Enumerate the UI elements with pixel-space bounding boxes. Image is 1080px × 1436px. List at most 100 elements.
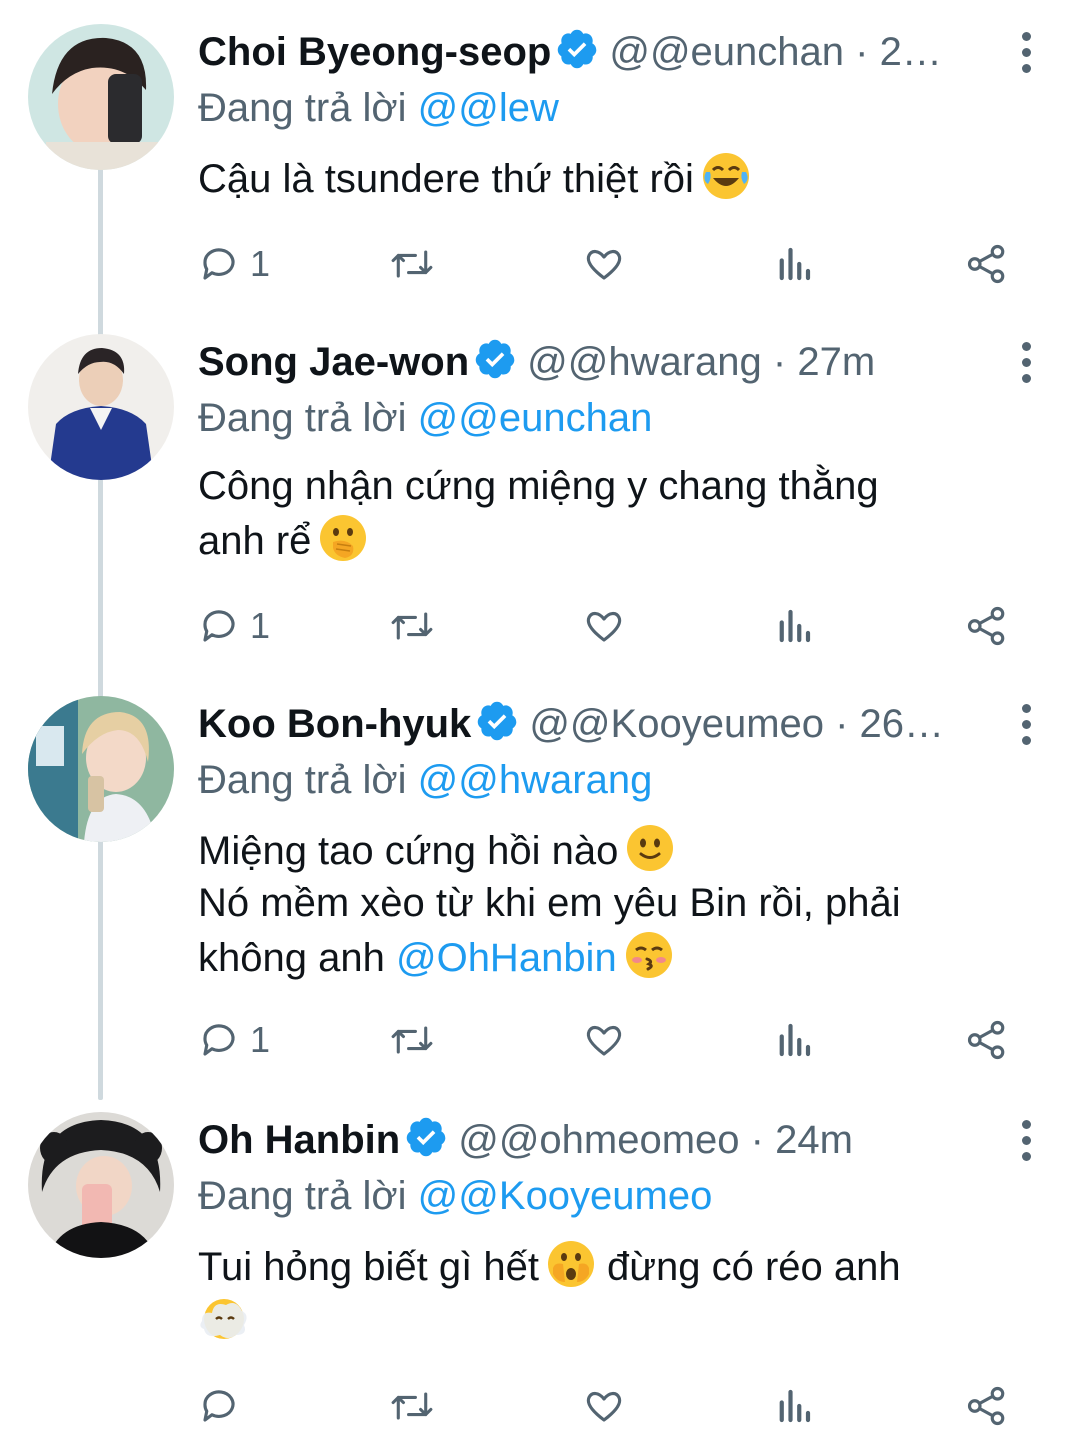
tweet-header: Koo Bon-hyuk @@Kooyeumeo · 26… xyxy=(198,696,980,752)
share-button[interactable] xyxy=(966,602,1008,650)
views-button[interactable] xyxy=(774,602,814,650)
share-icon xyxy=(967,606,1005,646)
timestamp[interactable]: 24m xyxy=(775,1118,853,1162)
replying-to-label: Đang trả lời xyxy=(198,1174,407,1218)
handle[interactable]: @@hwarang xyxy=(527,340,762,384)
reply-button[interactable]: 1 xyxy=(198,240,270,288)
replying-to-mention[interactable]: @@lew xyxy=(418,86,559,130)
tweet-text: Công nhận cứng miệng y chang thằng anh r… xyxy=(198,460,1020,567)
verified-badge-icon xyxy=(473,337,517,390)
reply-icon xyxy=(203,610,235,642)
display-name[interactable]: Choi Byeong-seop xyxy=(198,30,551,74)
retweet-button[interactable] xyxy=(388,1016,436,1064)
tweet-actions: 1 xyxy=(198,602,1018,650)
reply-icon xyxy=(203,1390,235,1422)
replying-to-label: Đang trả lời xyxy=(198,758,407,802)
more-options-icon[interactable] xyxy=(1016,1120,1036,1161)
reply-button[interactable]: 1 xyxy=(198,602,270,650)
timestamp[interactable]: 2… xyxy=(880,30,942,74)
tweet-actions xyxy=(198,1382,1018,1430)
face-in-clouds-icon xyxy=(198,1293,250,1345)
replying-to-label: Đang trả lời xyxy=(198,396,407,440)
display-name[interactable]: Koo Bon-hyuk xyxy=(198,702,471,746)
tweet-text: Cậu là tsundere thứ thiệt rồi xyxy=(198,150,1020,205)
tweet-text-line: đừng có réo anh xyxy=(606,1245,901,1289)
timestamp[interactable]: 27m xyxy=(797,340,875,384)
heart-icon xyxy=(586,611,622,642)
separator-dot: · xyxy=(739,1118,776,1162)
retweet-button[interactable] xyxy=(388,240,436,288)
views-button[interactable] xyxy=(774,240,814,288)
timestamp[interactable]: 26… xyxy=(860,702,945,746)
replying-to-mention[interactable]: @@Kooyeumeo xyxy=(418,1174,713,1218)
avatar[interactable] xyxy=(28,334,174,480)
views-icon xyxy=(779,247,811,281)
reply-count: 1 xyxy=(250,605,271,646)
like-button[interactable] xyxy=(582,1016,626,1064)
share-button[interactable] xyxy=(966,1016,1008,1064)
retweet-icon xyxy=(391,250,433,278)
separator-dot: · xyxy=(844,30,880,74)
avatar[interactable] xyxy=(28,696,174,842)
face-with-tears-of-joy-icon xyxy=(700,150,752,202)
tweet-text: Tui hỏng biết gì hết đừng có réo anh xyxy=(198,1238,1020,1348)
avatar[interactable] xyxy=(28,24,174,170)
share-icon xyxy=(967,244,1005,284)
retweet-icon xyxy=(391,1026,433,1054)
reply-count: 1 xyxy=(250,1019,271,1060)
replying-to: Đang trả lời @@lew xyxy=(198,82,559,134)
views-button[interactable] xyxy=(774,1016,814,1064)
thread-line xyxy=(98,150,103,1100)
more-options-icon[interactable] xyxy=(1016,32,1036,73)
retweet-button[interactable] xyxy=(388,1382,436,1430)
avatar[interactable] xyxy=(28,1112,174,1258)
retweet-button[interactable] xyxy=(388,602,436,650)
retweet-icon xyxy=(391,1392,433,1420)
verified-badge-icon xyxy=(404,1115,448,1168)
separator-dot: · xyxy=(824,702,860,746)
like-button[interactable] xyxy=(582,240,626,288)
tweet-actions: 1 xyxy=(198,1016,1018,1064)
replying-to-mention[interactable]: @@hwarang xyxy=(418,758,653,802)
more-options-icon[interactable] xyxy=(1016,342,1036,383)
more-options-icon[interactable] xyxy=(1016,704,1036,745)
views-icon xyxy=(779,609,811,643)
face-with-hand-over-mouth-icon xyxy=(317,512,369,564)
tweet-text-line: Miệng tao cứng hồi nào xyxy=(198,829,619,873)
reply-button[interactable]: 1 xyxy=(198,1016,270,1064)
display-name[interactable]: Oh Hanbin xyxy=(198,1118,400,1162)
tweet-text-line: Nó mềm xèo từ khi em yêu Bin rồi, phải xyxy=(198,881,901,925)
slightly-smiling-face-icon xyxy=(624,822,676,874)
tweet-header: Choi Byeong-seop @@eunchan · 2… xyxy=(198,24,980,80)
reply-count: 1 xyxy=(250,243,271,284)
share-icon xyxy=(967,1386,1005,1426)
handle[interactable]: @@Kooyeumeo xyxy=(529,702,824,746)
heart-icon xyxy=(586,1391,622,1422)
heart-icon xyxy=(586,249,622,280)
tweet-text-line: anh rể xyxy=(198,519,312,563)
share-button[interactable] xyxy=(966,240,1008,288)
tweet-text-line: không anh xyxy=(198,936,385,980)
display-name[interactable]: Song Jae-won xyxy=(198,340,469,384)
handle[interactable]: @@ohmeomeo xyxy=(458,1118,739,1162)
reply-icon xyxy=(203,1024,235,1056)
views-icon xyxy=(779,1023,811,1057)
replying-to: Đang trả lời @@hwarang xyxy=(198,754,652,806)
replying-to: Đang trả lời @@Kooyeumeo xyxy=(198,1170,712,1222)
like-button[interactable] xyxy=(582,602,626,650)
verified-badge-icon xyxy=(475,699,519,752)
share-icon xyxy=(967,1020,1005,1060)
reply-button[interactable] xyxy=(198,1382,250,1430)
retweet-icon xyxy=(391,612,433,640)
share-button[interactable] xyxy=(966,1382,1008,1430)
like-button[interactable] xyxy=(582,1382,626,1430)
tweet-text: Miệng tao cứng hồi nào Nó mềm xèo từ khi… xyxy=(198,822,1020,984)
handle[interactable]: @@eunchan xyxy=(609,30,844,74)
heart-icon xyxy=(586,1025,622,1056)
mention-link[interactable]: @OhHanbin xyxy=(396,936,617,980)
reply-icon xyxy=(203,248,235,280)
views-button[interactable] xyxy=(774,1382,814,1430)
verified-badge-icon xyxy=(555,27,599,80)
replying-to-label: Đang trả lời xyxy=(198,86,407,130)
replying-to-mention[interactable]: @@eunchan xyxy=(418,396,653,440)
